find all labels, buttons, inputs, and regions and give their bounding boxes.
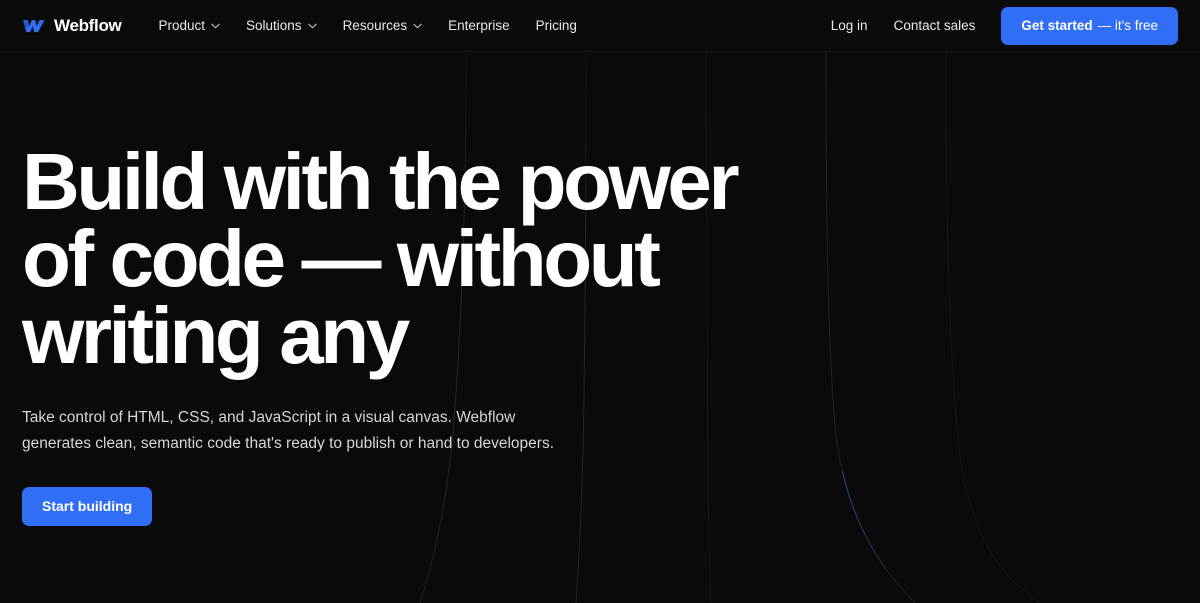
nav-right-group: Log in Contact sales Get started — it's … [818,6,1178,45]
hero-headline: Build with the power of code — without w… [22,137,782,380]
webflow-brand-logo[interactable]: Webflow [22,16,122,36]
nav-item-pricing[interactable]: Pricing [523,13,590,39]
nav-item-solutions[interactable]: Solutions [233,13,330,39]
start-building-button[interactable]: Start building [22,486,153,526]
nav-item-enterprise[interactable]: Enterprise [435,13,523,39]
nav-links: Product Solutions Resources Enterprise P… [145,13,589,39]
top-navigation-bar: Webflow Product Solutions Resources Ente… [0,0,1200,52]
nav-item-label: Enterprise [448,17,510,33]
hero-subcopy: Take control of HTML, CSS, and JavaScrip… [22,405,642,455]
brand-name-label: Webflow [54,16,122,35]
login-link[interactable]: Log in [818,13,881,39]
headline-line-3: writing any [22,290,410,380]
nav-item-product[interactable]: Product [145,13,233,39]
nav-item-resources[interactable]: Resources [330,13,436,39]
contact-sales-link[interactable]: Contact sales [881,13,989,39]
chevron-down-icon [211,23,220,28]
get-started-button[interactable]: Get started — it's free [1001,6,1178,45]
page-root: Webflow Product Solutions Resources Ente… [0,0,1200,603]
nav-item-label: Resources [342,17,408,33]
nav-left-group: Webflow Product Solutions Resources Ente… [22,13,590,39]
nav-item-label: Pricing [535,17,577,33]
chevron-down-icon [413,23,422,28]
subcopy-line-2: generates clean, semantic code that's re… [22,434,555,452]
headline-line-2: of code — without [22,213,661,303]
subcopy-line-1: Take control of HTML, CSS, and JavaScrip… [22,409,516,427]
get-started-light-label: — it's free [1097,17,1158,33]
nav-item-label: Product [158,17,206,33]
nav-item-label: Solutions [246,17,302,33]
get-started-strong-label: Get started [1021,17,1093,33]
webflow-w-logo-icon [23,19,45,32]
headline-line-1: Build with the power [22,137,740,226]
chevron-down-icon [307,23,317,28]
hero-content: Build with the power of code — without w… [0,52,1200,526]
hero-section: Build with the power of code — without w… [0,52,1200,603]
